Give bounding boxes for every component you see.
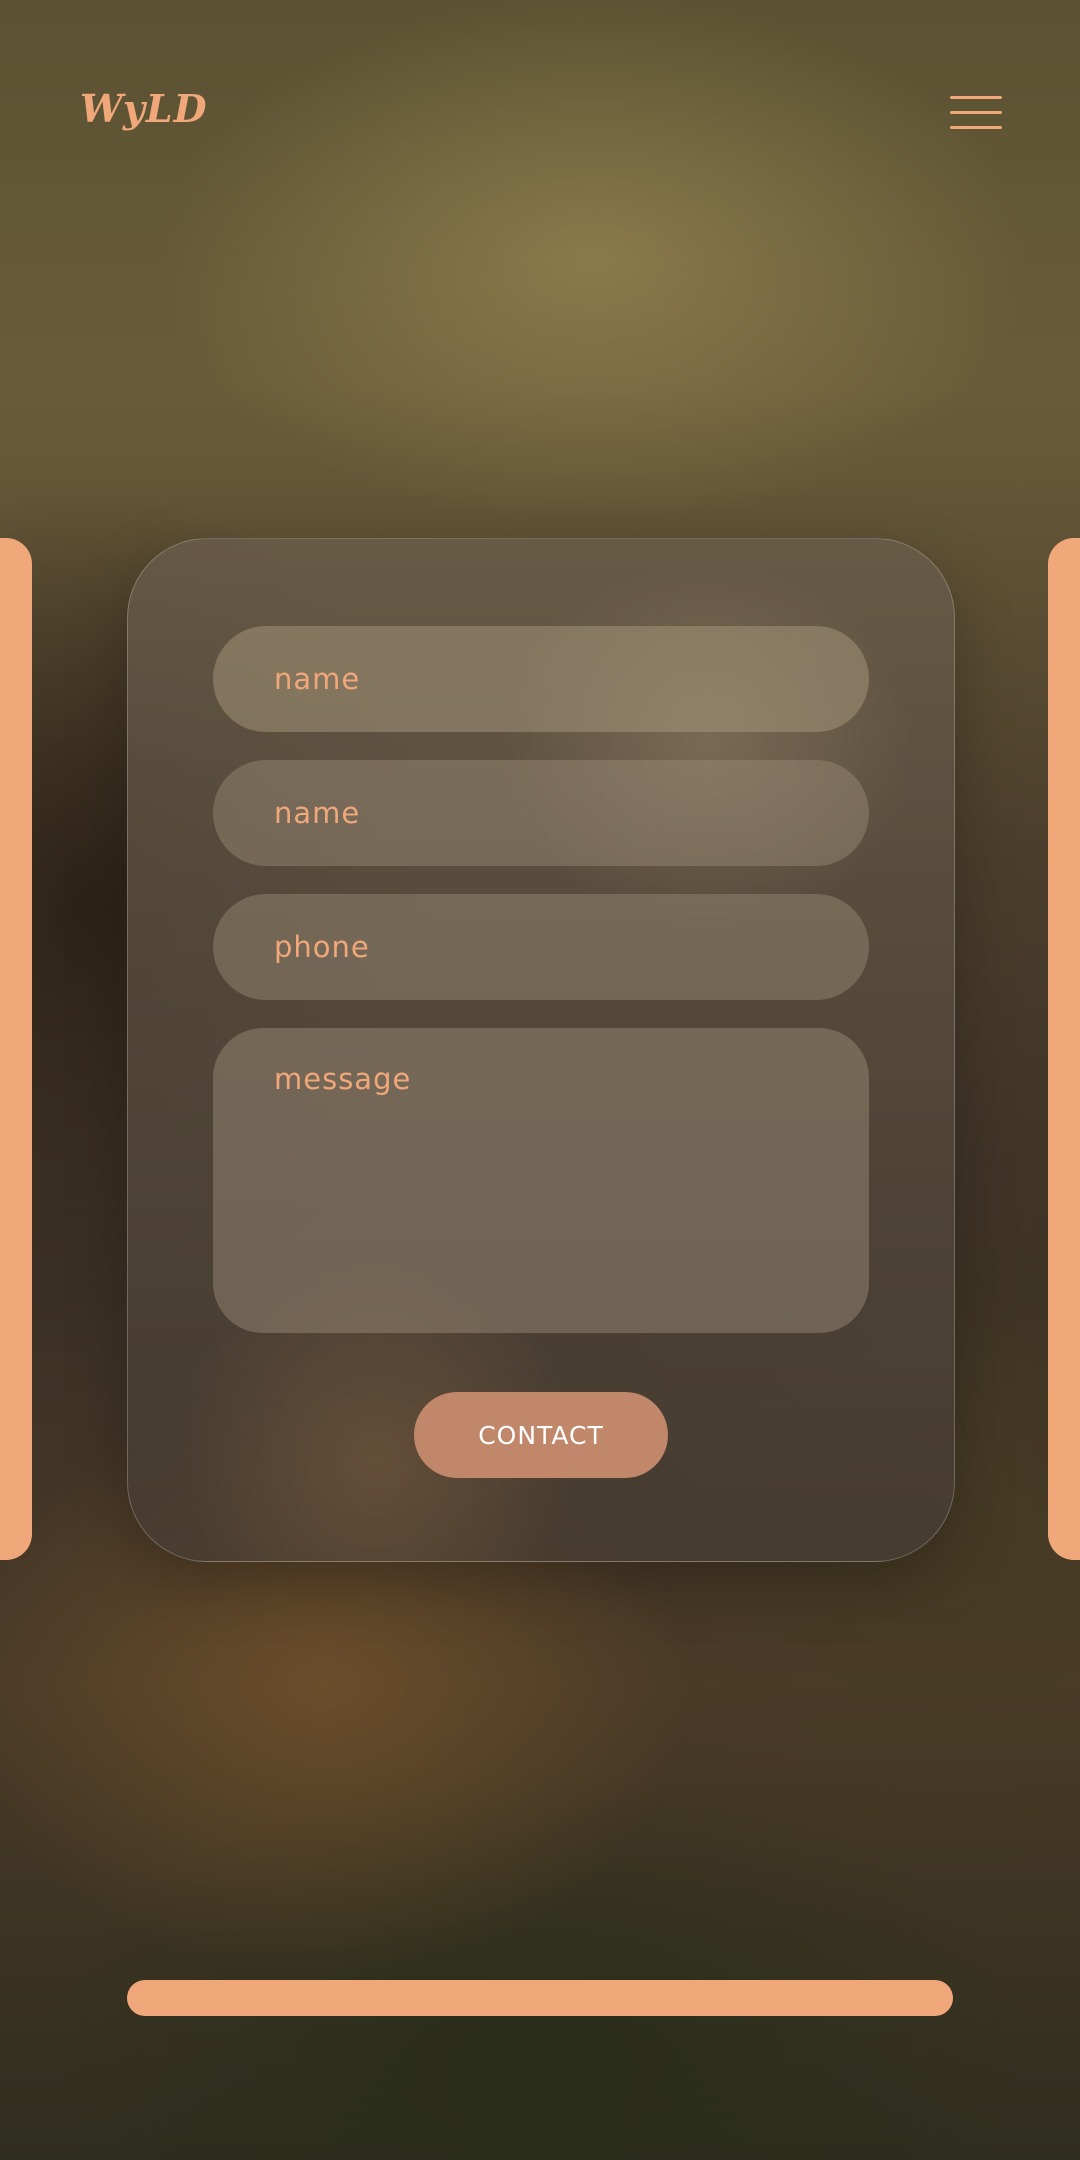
contact-form-card: CONTACT bbox=[127, 538, 955, 1562]
hamburger-menu-icon[interactable] bbox=[950, 96, 1002, 130]
menu-line bbox=[950, 126, 1002, 129]
message-textarea[interactable] bbox=[213, 1028, 869, 1333]
site-logo[interactable]: WyLD bbox=[80, 86, 208, 131]
name-input[interactable] bbox=[213, 626, 869, 732]
bottom-bar[interactable] bbox=[127, 1980, 953, 2016]
contact-button[interactable]: CONTACT bbox=[414, 1392, 668, 1478]
left-side-panel-handle[interactable] bbox=[0, 538, 32, 1560]
menu-line bbox=[950, 111, 1002, 114]
right-side-panel-handle[interactable] bbox=[1048, 538, 1080, 1560]
second-name-input[interactable] bbox=[213, 760, 869, 866]
phone-input[interactable] bbox=[213, 894, 869, 1000]
menu-line bbox=[950, 96, 1002, 99]
